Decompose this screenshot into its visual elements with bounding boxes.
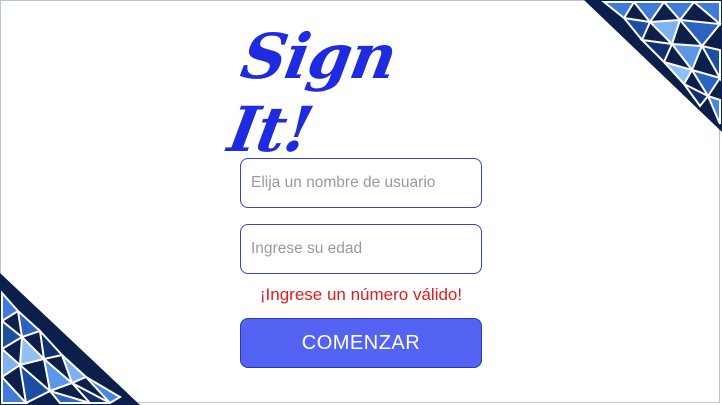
start-button[interactable]: COMENZAR [240, 318, 482, 368]
username-input[interactable] [240, 158, 482, 208]
triangle-mosaic-decoration-top-right [584, 0, 722, 132]
validation-error-message: ¡Ingrese un número válido! [259, 285, 463, 304]
triangle-mosaic-decoration-bottom-left [0, 273, 140, 405]
age-input[interactable] [240, 224, 482, 274]
sign-it-logo: Sign It! [223, 20, 402, 166]
